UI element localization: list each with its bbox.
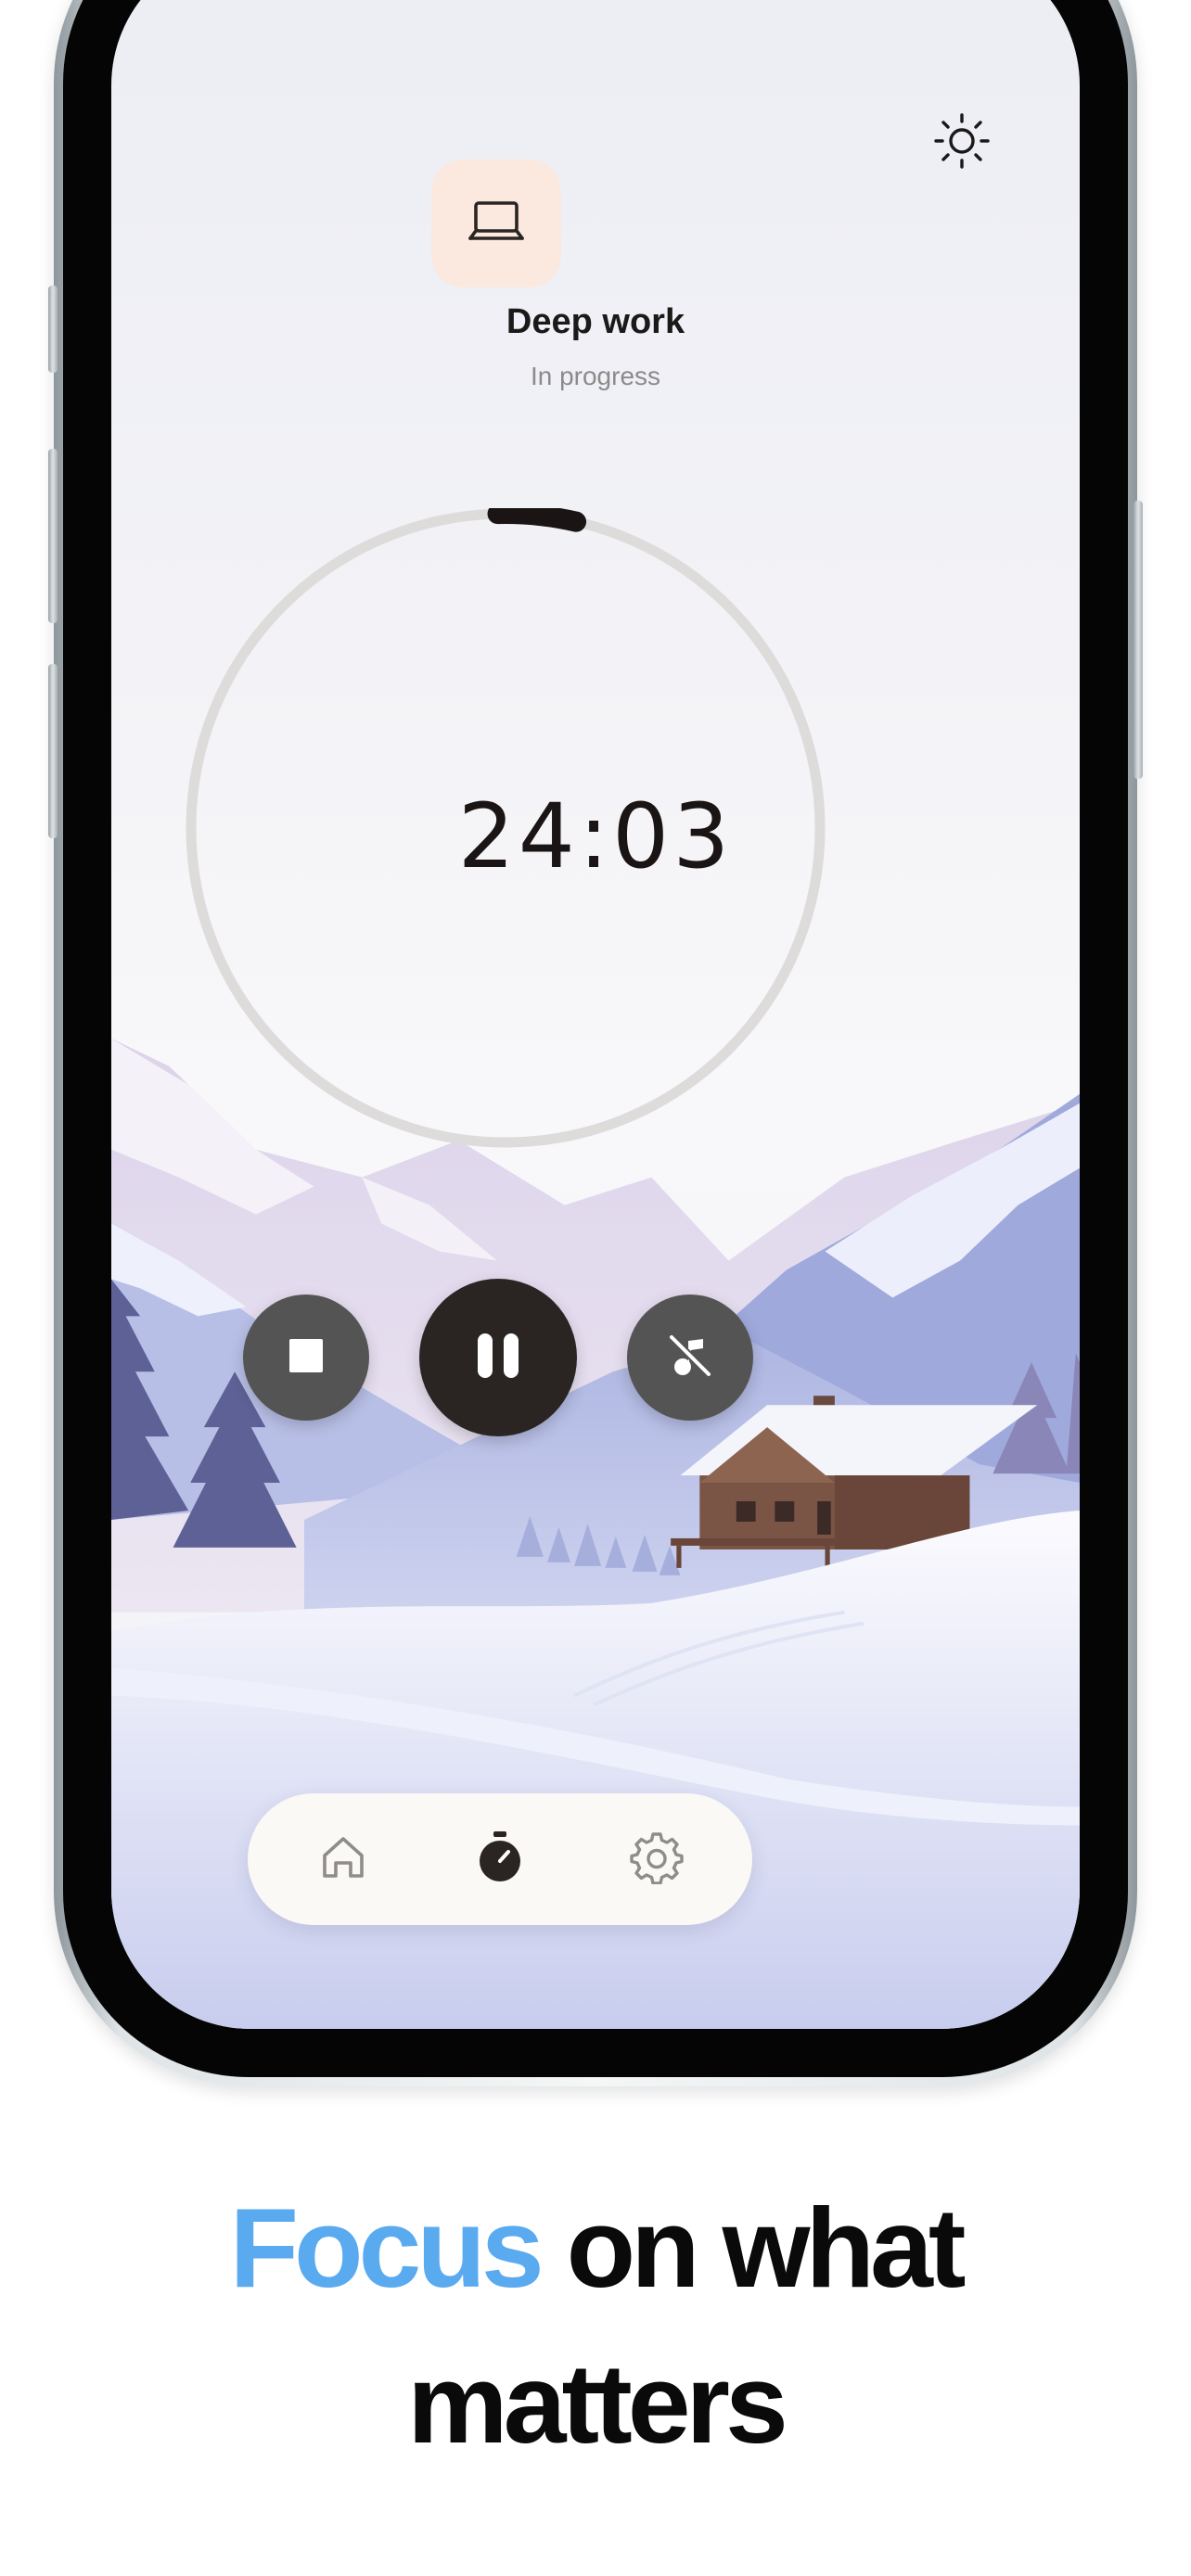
- session-icon-tile: [431, 159, 561, 287]
- tab-settings[interactable]: [624, 1827, 689, 1892]
- timer-display: 24:03: [457, 784, 734, 888]
- tab-home[interactable]: [311, 1827, 376, 1892]
- gear-icon: [630, 1830, 684, 1888]
- music-toggle-button[interactable]: [627, 1294, 753, 1421]
- tab-bar: [248, 1793, 752, 1925]
- tab-timer[interactable]: [467, 1827, 532, 1892]
- sun-icon[interactable]: [932, 111, 992, 171]
- power-button: [1133, 501, 1143, 779]
- session-title: Deep work: [506, 302, 685, 341]
- volume-up-button: [48, 449, 58, 623]
- marketing-headline: Focus on what matters: [0, 2170, 1191, 2481]
- headline-line-2: matters: [407, 2340, 788, 2467]
- pause-button[interactable]: [419, 1279, 577, 1436]
- laptop-icon: [467, 198, 526, 249]
- stop-button[interactable]: [243, 1294, 369, 1421]
- headline-line-1: Focus on what: [0, 2170, 1191, 2326]
- session-status: In progress: [530, 362, 661, 390]
- pause-icon: [472, 1330, 524, 1385]
- headline-line-1-rest: on what: [539, 2185, 967, 2311]
- ring-progress-arc: [487, 508, 587, 532]
- music-off-icon: [666, 1332, 714, 1384]
- stopwatch-icon: [474, 1830, 526, 1889]
- headline-accent-word: Focus: [229, 2185, 544, 2311]
- stop-icon: [288, 1337, 325, 1378]
- home-icon: [317, 1831, 369, 1887]
